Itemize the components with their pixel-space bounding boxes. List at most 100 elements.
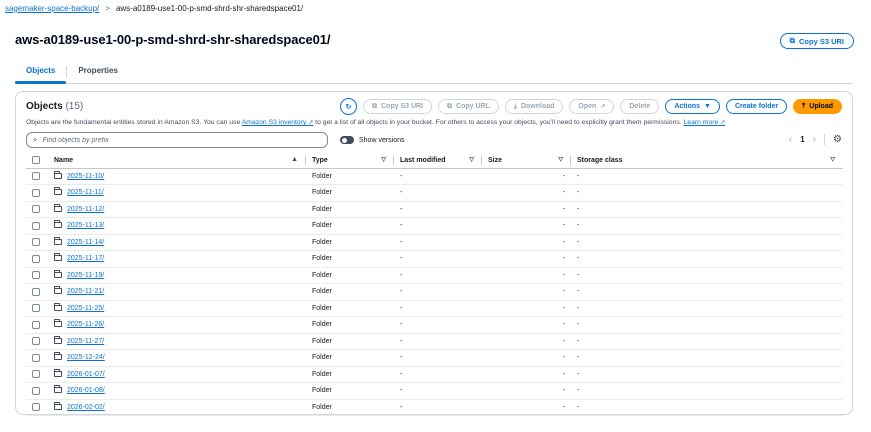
table-row[interactable]: 2026-02-02/Folder - - - xyxy=(26,399,843,416)
table-row[interactable]: 2025-11-27/Folder - - - xyxy=(26,333,843,350)
column-header-size[interactable]: Size ▽ xyxy=(482,153,571,169)
copy-icon: ⧉ xyxy=(372,102,377,110)
sort-icon: ▽ xyxy=(469,157,474,163)
copy-s3-uri-top-button[interactable]: ⧉ Copy S3 URI xyxy=(779,33,854,49)
row-checkbox[interactable] xyxy=(32,287,40,296)
table-row[interactable]: 2025-11-13/Folder - - - xyxy=(26,217,843,235)
row-checkbox[interactable] xyxy=(32,254,40,263)
folder-link[interactable]: 2025-11-25/ xyxy=(67,305,104,312)
column-header-type[interactable]: Type ▽ xyxy=(306,153,394,169)
row-size-value: - xyxy=(562,321,565,329)
select-all-checkbox[interactable] xyxy=(32,156,40,165)
table-row[interactable]: 2025-11-21/Folder - - - xyxy=(26,283,843,301)
row-checkbox[interactable] xyxy=(32,353,40,362)
row-last-modified-cell: - xyxy=(394,366,482,383)
current-page[interactable]: 1 xyxy=(800,135,804,144)
sort-icon: ▽ xyxy=(830,157,835,163)
folder-link[interactable]: 2025-11-14/ xyxy=(67,239,104,246)
row-checkbox[interactable] xyxy=(32,205,40,214)
row-storage-class-cell: - xyxy=(571,349,843,367)
folder-link[interactable]: 2025-11-19/ xyxy=(67,272,104,279)
download-button[interactable]: ⤓ Download xyxy=(504,99,564,114)
table-row[interactable]: 2026-01-07/Folder - - - xyxy=(26,366,843,383)
copy-s3-uri-button[interactable]: ⧉ Copy S3 URI xyxy=(363,99,433,114)
show-versions-toggle[interactable] xyxy=(340,136,354,144)
learn-more-link[interactable]: Learn more ↗ xyxy=(684,119,726,126)
table-row[interactable]: 2025-11-11/Folder - - - xyxy=(26,184,843,202)
folder-link[interactable]: 2025-11-21/ xyxy=(67,288,104,295)
download-icon: ⤓ xyxy=(513,102,517,110)
search-input[interactable] xyxy=(42,136,313,144)
table-row[interactable]: 2026-01-08/Folder - - - xyxy=(26,382,843,400)
row-name-cell: 2025-11-14/ xyxy=(48,234,306,251)
next-page-icon[interactable]: › xyxy=(813,134,816,145)
tab-objects[interactable]: Objects xyxy=(15,60,67,84)
row-select-cell xyxy=(26,399,48,416)
table-row[interactable]: 2025-11-17/Folder - - - xyxy=(26,250,843,268)
folder-link[interactable]: 2025-11-26/ xyxy=(67,321,104,328)
row-checkbox[interactable] xyxy=(32,221,40,230)
tab-properties[interactable]: Properties xyxy=(67,60,129,81)
row-checkbox[interactable] xyxy=(32,304,40,313)
gear-icon[interactable]: ⚙ xyxy=(833,134,842,145)
folder-link[interactable]: 2026-01-08/ xyxy=(67,387,105,394)
table-row[interactable]: 2025-11-12/Folder - - - xyxy=(26,201,843,218)
objects-title: Objects xyxy=(26,101,63,112)
folder-icon xyxy=(54,286,62,295)
column-header-storage-class[interactable]: Storage class ▽ xyxy=(571,153,843,169)
row-last-modified-cell: - xyxy=(394,316,482,334)
row-select-cell xyxy=(26,267,48,284)
row-type-cell: Folder xyxy=(306,333,394,350)
row-name-cell: 2025-11-10/ xyxy=(48,168,306,185)
folder-link[interactable]: 2025-12-24/ xyxy=(67,354,105,361)
row-select-cell xyxy=(26,168,48,185)
upload-button[interactable]: ⤒ Upload xyxy=(793,99,842,114)
folder-link[interactable]: 2025-11-12/ xyxy=(67,206,104,213)
row-last-modified-cell: - xyxy=(394,217,482,235)
row-checkbox[interactable] xyxy=(32,172,40,181)
amazon-s3-inventory-link[interactable]: Amazon S3 inventory ↗ xyxy=(242,119,314,126)
table-row[interactable]: 2025-11-10/Folder - - - xyxy=(26,168,843,185)
row-storage-class-cell: - xyxy=(571,366,843,383)
folder-link[interactable]: 2026-01-07/ xyxy=(67,371,105,378)
create-folder-button[interactable]: Create folder xyxy=(725,99,788,114)
row-checkbox[interactable] xyxy=(32,386,40,395)
table-row[interactable]: 2025-11-26/Folder - - - xyxy=(26,316,843,334)
breadcrumb-parent-link[interactable]: sagemaker-space-backup/ xyxy=(5,4,99,13)
delete-button[interactable]: Delete xyxy=(620,99,660,114)
column-header-last-modified[interactable]: Last modified ▽ xyxy=(394,153,482,169)
folder-icon xyxy=(54,187,62,196)
sort-icon: ▽ xyxy=(381,157,386,163)
row-storage-class-cell: - xyxy=(571,316,843,334)
actions-dropdown[interactable]: Actions ▼ xyxy=(665,99,720,114)
prev-page-icon[interactable]: ‹ xyxy=(789,134,792,145)
row-storage-class-cell: - xyxy=(571,250,843,268)
row-checkbox[interactable] xyxy=(32,370,40,379)
folder-icon xyxy=(54,368,62,377)
table-row[interactable]: 2025-11-19/Folder - - - xyxy=(26,267,843,284)
folder-link[interactable]: 2025-11-27/ xyxy=(67,338,104,345)
open-button[interactable]: Open ↗ xyxy=(569,99,615,114)
table-row[interactable]: 2025-12-24/Folder - - - xyxy=(26,349,843,367)
row-checkbox[interactable] xyxy=(32,188,40,197)
row-checkbox[interactable] xyxy=(32,238,40,247)
folder-link[interactable]: 2025-11-13/ xyxy=(67,222,104,229)
folder-icon xyxy=(54,203,62,212)
folder-icon xyxy=(54,170,62,179)
sort-ascending-icon: ▲ xyxy=(291,156,298,163)
table-row[interactable]: 2025-11-25/Folder - - - xyxy=(26,300,843,317)
row-checkbox[interactable] xyxy=(32,403,40,412)
folder-link[interactable]: 2025-11-11/ xyxy=(67,189,104,196)
column-header-name[interactable]: Name ▲ xyxy=(48,153,306,169)
folder-link[interactable]: 2025-11-17/ xyxy=(67,255,104,262)
row-checkbox[interactable] xyxy=(32,320,40,329)
row-checkbox[interactable] xyxy=(32,271,40,280)
refresh-button[interactable]: ↻ xyxy=(340,98,357,115)
folder-icon xyxy=(54,335,62,344)
row-checkbox[interactable] xyxy=(32,337,40,346)
search-box: ⌕ xyxy=(26,132,328,148)
folder-link[interactable]: 2025-11-10/ xyxy=(67,173,104,180)
table-row[interactable]: 2025-11-14/Folder - - - xyxy=(26,234,843,251)
copy-url-button[interactable]: ⧉ Copy URL xyxy=(438,99,499,114)
folder-link[interactable]: 2026-02-02/ xyxy=(67,404,105,411)
